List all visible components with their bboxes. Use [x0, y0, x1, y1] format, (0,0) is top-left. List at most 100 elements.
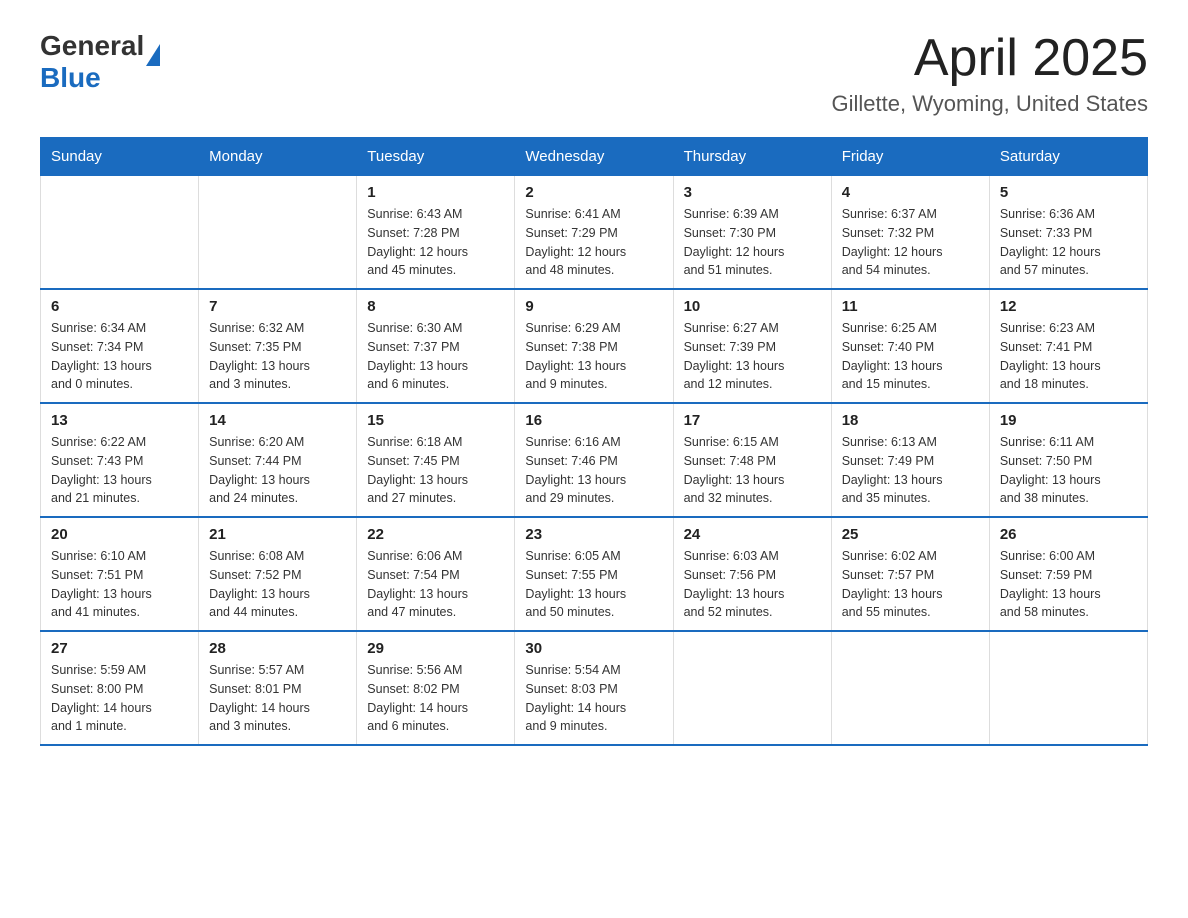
day-info: Sunrise: 6:13 AM Sunset: 7:49 PM Dayligh… [842, 433, 979, 508]
day-number: 27 [51, 640, 188, 657]
day-info: Sunrise: 6:16 AM Sunset: 7:46 PM Dayligh… [525, 433, 662, 508]
day-number: 6 [51, 298, 188, 315]
calendar-cell: 30 Sunrise: 5:54 AM Sunset: 8:03 PM Dayli… [515, 631, 673, 745]
day-info: Sunrise: 6:11 AM Sunset: 7:50 PM Dayligh… [1000, 433, 1137, 508]
day-info: Sunrise: 5:54 AM Sunset: 8:03 PM Dayligh… [525, 661, 662, 736]
day-number: 28 [209, 640, 346, 657]
day-number: 11 [842, 298, 979, 315]
day-info: Sunrise: 6:41 AM Sunset: 7:29 PM Dayligh… [525, 205, 662, 280]
calendar-day-header: Tuesday [357, 138, 515, 176]
day-info: Sunrise: 6:18 AM Sunset: 7:45 PM Dayligh… [367, 433, 504, 508]
day-number: 19 [1000, 412, 1137, 429]
calendar-cell: 2 Sunrise: 6:41 AM Sunset: 7:29 PM Daylig… [515, 176, 673, 290]
location-title: Gillette, Wyoming, United States [832, 91, 1149, 117]
day-number: 21 [209, 526, 346, 543]
day-number: 8 [367, 298, 504, 315]
day-info: Sunrise: 6:30 AM Sunset: 7:37 PM Dayligh… [367, 319, 504, 394]
calendar-cell: 8 Sunrise: 6:30 AM Sunset: 7:37 PM Daylig… [357, 289, 515, 403]
calendar-cell: 15Sunrise: 6:18 AM Sunset: 7:45 PM Dayli… [357, 403, 515, 517]
calendar-cell [989, 631, 1147, 745]
calendar-cell: 18 Sunrise: 6:13 AM Sunset: 7:49 PM Dayli… [831, 403, 989, 517]
calendar-cell [831, 631, 989, 745]
calendar-cell: 13 Sunrise: 6:22 AM Sunset: 7:43 PM Dayli… [41, 403, 199, 517]
calendar-cell: 20Sunrise: 6:10 AM Sunset: 7:51 PM Dayli… [41, 517, 199, 631]
day-number: 16 [525, 412, 662, 429]
page-header: General Blue April 2025 Gillette, Wyomin… [40, 30, 1148, 117]
day-info: Sunrise: 6:36 AM Sunset: 7:33 PM Dayligh… [1000, 205, 1137, 280]
calendar-cell: 3 Sunrise: 6:39 AM Sunset: 7:30 PM Daylig… [673, 176, 831, 290]
logo-general-text: General [40, 30, 144, 62]
calendar-day-header: Saturday [989, 138, 1147, 176]
calendar-cell: 4 Sunrise: 6:37 AM Sunset: 7:32 PM Daylig… [831, 176, 989, 290]
calendar-cell: 7 Sunrise: 6:32 AM Sunset: 7:35 PM Daylig… [199, 289, 357, 403]
calendar-cell: 11 Sunrise: 6:25 AM Sunset: 7:40 PM Dayli… [831, 289, 989, 403]
day-info: Sunrise: 6:27 AM Sunset: 7:39 PM Dayligh… [684, 319, 821, 394]
calendar-week-row: 27 Sunrise: 5:59 AM Sunset: 8:00 PM Dayli… [41, 631, 1148, 745]
calendar-cell: 28 Sunrise: 5:57 AM Sunset: 8:01 PM Dayli… [199, 631, 357, 745]
day-number: 14 [209, 412, 346, 429]
day-info: Sunrise: 6:34 AM Sunset: 7:34 PM Dayligh… [51, 319, 188, 394]
calendar-cell: 10Sunrise: 6:27 AM Sunset: 7:39 PM Dayli… [673, 289, 831, 403]
calendar-week-row: 6 Sunrise: 6:34 AM Sunset: 7:34 PM Daylig… [41, 289, 1148, 403]
day-info: Sunrise: 6:03 AM Sunset: 7:56 PM Dayligh… [684, 547, 821, 622]
calendar-cell: 16 Sunrise: 6:16 AM Sunset: 7:46 PM Dayli… [515, 403, 673, 517]
calendar-day-header: Friday [831, 138, 989, 176]
day-info: Sunrise: 6:39 AM Sunset: 7:30 PM Dayligh… [684, 205, 821, 280]
day-number: 30 [525, 640, 662, 657]
day-number: 26 [1000, 526, 1137, 543]
calendar-day-header: Sunday [41, 138, 199, 176]
title-section: April 2025 Gillette, Wyoming, United Sta… [832, 30, 1149, 117]
day-number: 3 [684, 184, 821, 201]
calendar-cell: 29Sunrise: 5:56 AM Sunset: 8:02 PM Dayli… [357, 631, 515, 745]
month-title: April 2025 [832, 30, 1149, 87]
calendar-cell: 17 Sunrise: 6:15 AM Sunset: 7:48 PM Dayli… [673, 403, 831, 517]
calendar-table: SundayMondayTuesdayWednesdayThursdayFrid… [40, 137, 1148, 746]
day-info: Sunrise: 6:05 AM Sunset: 7:55 PM Dayligh… [525, 547, 662, 622]
calendar-day-header: Thursday [673, 138, 831, 176]
calendar-cell: 1Sunrise: 6:43 AM Sunset: 7:28 PM Daylig… [357, 176, 515, 290]
day-number: 17 [684, 412, 821, 429]
logo-blue-text: Blue [40, 62, 160, 94]
calendar-cell [41, 176, 199, 290]
day-info: Sunrise: 6:06 AM Sunset: 7:54 PM Dayligh… [367, 547, 504, 622]
calendar-cell: 21Sunrise: 6:08 AM Sunset: 7:52 PM Dayli… [199, 517, 357, 631]
day-info: Sunrise: 6:02 AM Sunset: 7:57 PM Dayligh… [842, 547, 979, 622]
day-number: 7 [209, 298, 346, 315]
calendar-cell: 6 Sunrise: 6:34 AM Sunset: 7:34 PM Daylig… [41, 289, 199, 403]
day-info: Sunrise: 5:57 AM Sunset: 8:01 PM Dayligh… [209, 661, 346, 736]
day-info: Sunrise: 6:22 AM Sunset: 7:43 PM Dayligh… [51, 433, 188, 508]
day-info: Sunrise: 6:15 AM Sunset: 7:48 PM Dayligh… [684, 433, 821, 508]
calendar-cell: 12Sunrise: 6:23 AM Sunset: 7:41 PM Dayli… [989, 289, 1147, 403]
day-number: 1 [367, 184, 504, 201]
day-number: 18 [842, 412, 979, 429]
calendar-cell: 5 Sunrise: 6:36 AM Sunset: 7:33 PM Daylig… [989, 176, 1147, 290]
day-info: Sunrise: 6:00 AM Sunset: 7:59 PM Dayligh… [1000, 547, 1137, 622]
day-number: 2 [525, 184, 662, 201]
calendar-day-header: Wednesday [515, 138, 673, 176]
day-info: Sunrise: 6:10 AM Sunset: 7:51 PM Dayligh… [51, 547, 188, 622]
day-number: 23 [525, 526, 662, 543]
calendar-cell: 24 Sunrise: 6:03 AM Sunset: 7:56 PM Dayli… [673, 517, 831, 631]
day-info: Sunrise: 6:32 AM Sunset: 7:35 PM Dayligh… [209, 319, 346, 394]
calendar-cell: 22 Sunrise: 6:06 AM Sunset: 7:54 PM Dayli… [357, 517, 515, 631]
calendar-week-row: 13 Sunrise: 6:22 AM Sunset: 7:43 PM Dayli… [41, 403, 1148, 517]
calendar-cell: 26 Sunrise: 6:00 AM Sunset: 7:59 PM Dayli… [989, 517, 1147, 631]
day-number: 22 [367, 526, 504, 543]
logo: General Blue [40, 30, 160, 94]
day-number: 25 [842, 526, 979, 543]
day-number: 4 [842, 184, 979, 201]
day-info: Sunrise: 6:25 AM Sunset: 7:40 PM Dayligh… [842, 319, 979, 394]
day-number: 24 [684, 526, 821, 543]
calendar-cell: 25 Sunrise: 6:02 AM Sunset: 7:57 PM Dayli… [831, 517, 989, 631]
day-number: 13 [51, 412, 188, 429]
day-info: Sunrise: 6:20 AM Sunset: 7:44 PM Dayligh… [209, 433, 346, 508]
day-info: Sunrise: 6:23 AM Sunset: 7:41 PM Dayligh… [1000, 319, 1137, 394]
calendar-week-row: 1Sunrise: 6:43 AM Sunset: 7:28 PM Daylig… [41, 176, 1148, 290]
day-number: 5 [1000, 184, 1137, 201]
day-info: Sunrise: 6:29 AM Sunset: 7:38 PM Dayligh… [525, 319, 662, 394]
calendar-cell: 23 Sunrise: 6:05 AM Sunset: 7:55 PM Dayli… [515, 517, 673, 631]
day-info: Sunrise: 5:59 AM Sunset: 8:00 PM Dayligh… [51, 661, 188, 736]
calendar-cell: 27 Sunrise: 5:59 AM Sunset: 8:00 PM Dayli… [41, 631, 199, 745]
calendar-cell: 14 Sunrise: 6:20 AM Sunset: 7:44 PM Dayli… [199, 403, 357, 517]
day-info: Sunrise: 6:37 AM Sunset: 7:32 PM Dayligh… [842, 205, 979, 280]
